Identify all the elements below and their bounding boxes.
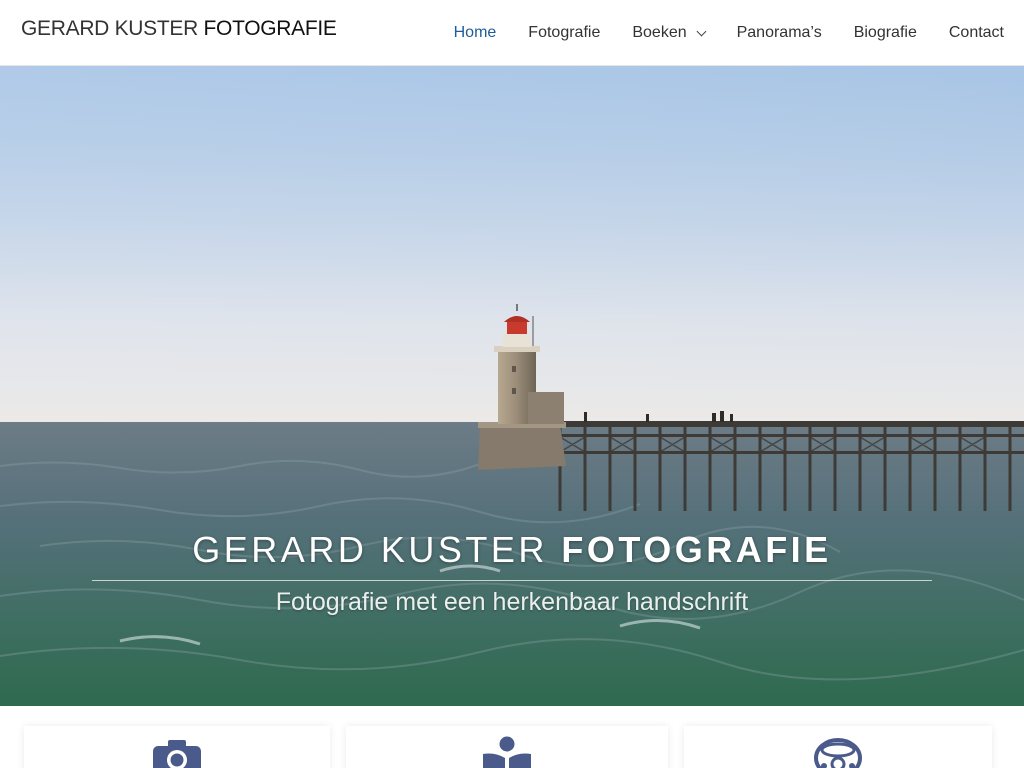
nav-item-label: Panorama’s — [736, 24, 822, 41]
hero-divider — [92, 580, 932, 581]
logo-text-light: GERARD KUSTER — [21, 17, 198, 40]
nav-item-boeken[interactable]: Boeken — [632, 24, 707, 42]
nav-item-home[interactable]: Home — [454, 24, 497, 42]
nav-item-biografie[interactable]: Biografie — [854, 24, 917, 42]
main-nav: Home Fotografie Boeken Panorama’s Biogra… — [422, 0, 1004, 66]
hero-title-light: GERARD KUSTER — [192, 529, 548, 570]
hero-title: GERARD KUSTER FOTOGRAFIE — [0, 529, 1024, 571]
nav-item-fotografie[interactable]: Fotografie — [528, 24, 600, 42]
hero-title-bold: FOTOGRAFIE — [561, 529, 832, 570]
book-reader-icon — [483, 736, 531, 768]
nav-item-contact[interactable]: Contact — [949, 24, 1004, 42]
camera-icon — [153, 740, 201, 768]
nav-item-panoramas[interactable]: Panorama’s — [737, 24, 822, 42]
feature-cards — [0, 706, 1024, 768]
feature-card-fotografie[interactable] — [24, 726, 330, 768]
hero-subtitle: Fotografie met een herkenbaar handschrif… — [275, 588, 749, 616]
nav-item-label: Home — [453, 24, 497, 41]
feature-card-boeken[interactable] — [346, 726, 668, 768]
chevron-down-icon — [696, 26, 707, 36]
site-header: GERARD KUSTER FOTOGRAFIE Home Fotografie… — [0, 0, 1024, 66]
logo-text-bold: FOTOGRAFIE — [203, 17, 337, 40]
nav-item-label: Biografie — [853, 24, 917, 41]
nav-item-label: Fotografie — [528, 24, 601, 41]
panorama-icon — [814, 738, 862, 768]
feature-card-panoramas[interactable] — [684, 726, 992, 768]
nav-item-label: Boeken — [632, 24, 687, 41]
hero-banner: GERARD KUSTER FOTOGRAFIE Fotografie met … — [0, 66, 1024, 706]
nav-item-label: Contact — [948, 24, 1004, 41]
site-logo[interactable]: GERARD KUSTER FOTOGRAFIE — [21, 17, 337, 41]
